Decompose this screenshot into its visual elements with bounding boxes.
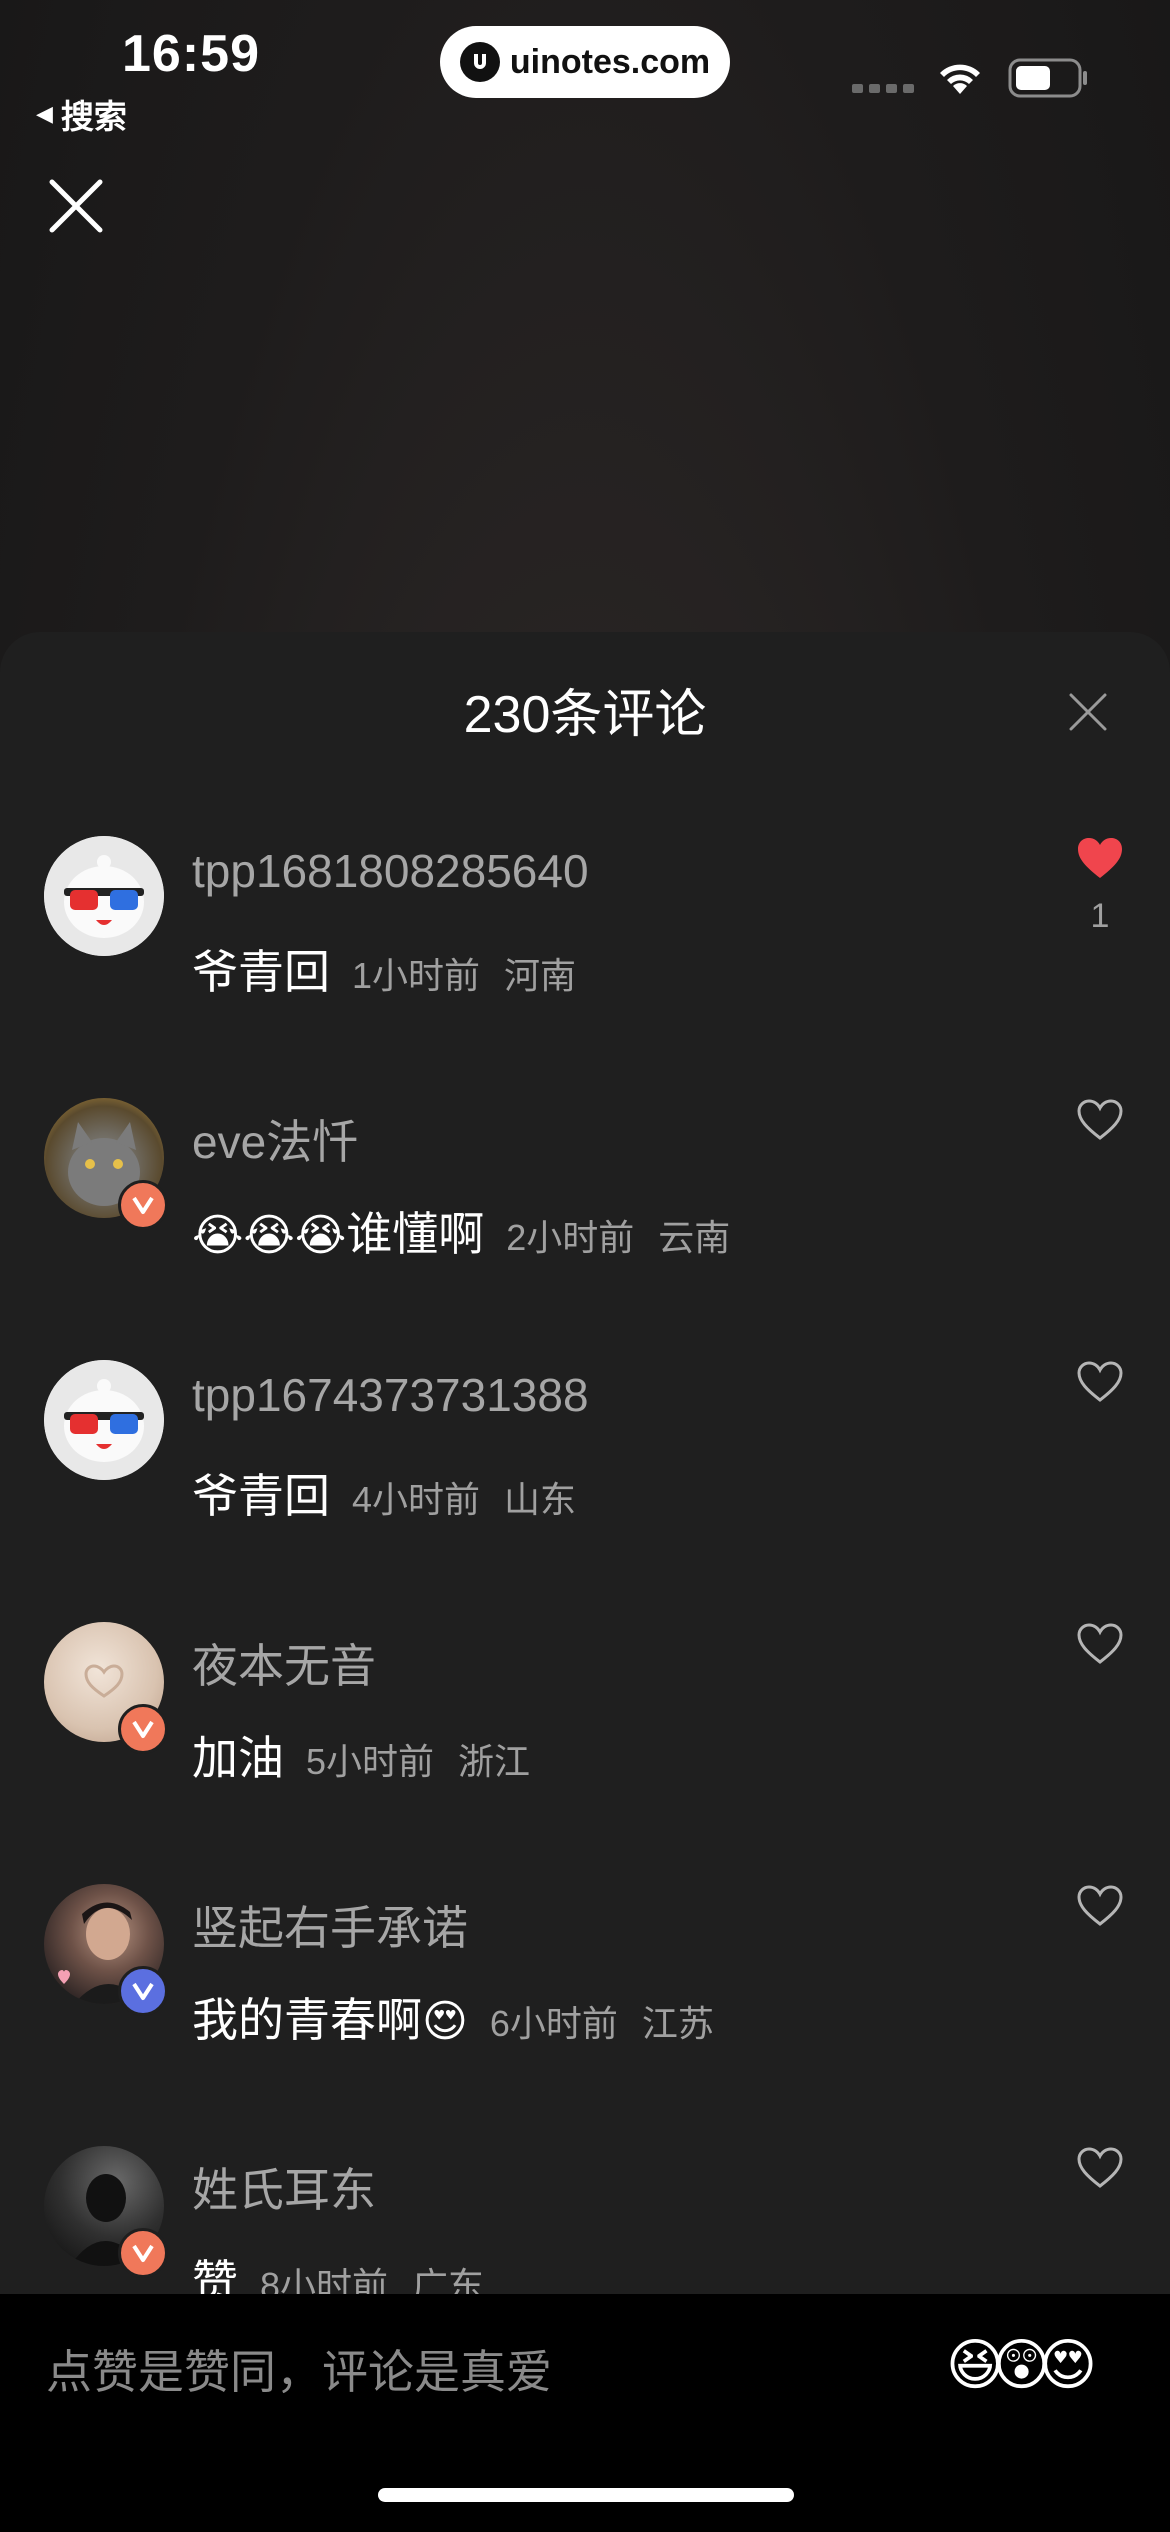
comment-username[interactable]: tpp1681808285640 bbox=[192, 844, 589, 898]
heart-eyes-emoji-icon: 😍 bbox=[422, 1997, 468, 2046]
close-comments-icon[interactable] bbox=[1069, 693, 1107, 731]
heart-eyes-emoji-icon[interactable]: 😍 bbox=[1039, 2332, 1097, 2398]
comment-location: 山东 bbox=[504, 1479, 577, 1520]
comment-username[interactable]: 夜本无音 bbox=[192, 1630, 376, 1696]
verified-v-badge-icon bbox=[118, 1704, 168, 1754]
like-button[interactable] bbox=[1074, 1622, 1126, 1671]
heart-outline-icon bbox=[1077, 1623, 1123, 1664]
back-search-label: 搜索 bbox=[60, 98, 127, 135]
like-button[interactable] bbox=[1074, 2146, 1126, 2195]
quick-emoji-picker[interactable]: 😆 😲 😍 bbox=[946, 2332, 1097, 2398]
home-indicator[interactable] bbox=[378, 2488, 794, 2502]
verified-v-badge-icon bbox=[118, 2228, 168, 2278]
status-time: 16:59 bbox=[122, 25, 260, 83]
comment-body: 爷青回 4小时前 山东 bbox=[192, 1460, 576, 1526]
comment-body: 😭😭😭 谁懂啊 2小时前 云南 bbox=[192, 1198, 730, 1264]
like-button[interactable] bbox=[1074, 1098, 1126, 1147]
comment-time: 4小时前 bbox=[352, 1479, 481, 1520]
heart-outline-icon bbox=[1077, 1361, 1123, 1402]
heart-outline-icon bbox=[1077, 1885, 1123, 1926]
comment-body: 加油 5小时前 浙江 bbox=[192, 1722, 530, 1788]
3d-glasses-robot-avatar-icon bbox=[44, 836, 164, 956]
comment-item[interactable]: tpp1674373731388 爷青回 4小时前 山东 bbox=[0, 1360, 1170, 1600]
comment-item[interactable]: 竖起右手承诺 我的青春啊 😍 6小时前 江苏 bbox=[0, 1884, 1170, 2124]
heart-filled-icon bbox=[1078, 838, 1122, 878]
battery-icon bbox=[1008, 58, 1087, 98]
comment-username[interactable]: eve法忏 bbox=[192, 1106, 358, 1172]
comment-item[interactable]: eve法忏 😭😭😭 谁懂啊 2小时前 云南 bbox=[0, 1098, 1170, 1338]
comment-location: 江苏 bbox=[641, 2003, 714, 2044]
back-arrow-icon: ◀ bbox=[36, 101, 53, 126]
comment-time: 2小时前 bbox=[506, 1217, 635, 1258]
url-text: uinotes.com bbox=[509, 42, 711, 81]
uinotes-logo-icon bbox=[459, 42, 500, 82]
comment-username[interactable]: 姓氏耳东 bbox=[192, 2154, 376, 2220]
comment-body: 爷青回 1小时前 河南 bbox=[192, 936, 576, 1002]
comment-location: 浙江 bbox=[458, 1741, 531, 1782]
verified-v-badge-icon bbox=[118, 1180, 168, 1230]
like-button[interactable] bbox=[1074, 1884, 1126, 1933]
comment-time: 1小时前 bbox=[352, 955, 481, 996]
comment-text: 谁懂啊 bbox=[346, 1208, 485, 1260]
comment-text: 加油 bbox=[192, 1732, 284, 1784]
avatar[interactable] bbox=[44, 836, 164, 956]
avatar[interactable] bbox=[44, 1360, 164, 1480]
comment-body: 我的青春啊 😍 6小时前 江苏 bbox=[192, 1984, 714, 2050]
comment-input[interactable]: 点赞是赞同，评论是真爱 bbox=[46, 2336, 552, 2402]
comment-time: 6小时前 bbox=[489, 2003, 618, 2044]
comment-text: 爷青回 bbox=[192, 946, 330, 998]
comment-count-title: 230条评论 bbox=[463, 686, 707, 744]
comment-location: 河南 bbox=[504, 955, 577, 996]
comment-text: 爷青回 bbox=[192, 1470, 330, 1522]
comment-username[interactable]: 竖起右手承诺 bbox=[192, 1892, 468, 1958]
wifi-icon bbox=[940, 64, 980, 94]
heart-outline-icon bbox=[1077, 1099, 1123, 1140]
like-button[interactable]: 1 bbox=[1074, 836, 1126, 936]
3d-glasses-robot-avatar-icon bbox=[44, 1360, 164, 1480]
avatar[interactable] bbox=[44, 1884, 168, 2016]
close-page-icon[interactable] bbox=[48, 178, 104, 234]
comment-location: 云南 bbox=[658, 1217, 731, 1258]
avatar[interactable] bbox=[44, 2146, 168, 2278]
avatar[interactable] bbox=[44, 1098, 168, 1230]
avatar[interactable] bbox=[44, 1622, 168, 1754]
verified-v-badge-icon bbox=[118, 1966, 168, 2016]
comment-item[interactable]: tpp1681808285640 爷青回 1小时前 河南 1 bbox=[0, 836, 1170, 1076]
like-count: 1 bbox=[1090, 897, 1110, 935]
crying-emoji-icon: 😭😭😭 bbox=[192, 1211, 347, 1260]
cellular-signal-icon bbox=[852, 84, 914, 93]
like-button[interactable] bbox=[1074, 1360, 1126, 1409]
comment-username[interactable]: tpp1674373731388 bbox=[192, 1368, 589, 1422]
back-to-search-button[interactable]: ◀ 搜索 bbox=[36, 90, 127, 138]
comment-text: 我的青春啊 bbox=[192, 1994, 422, 2046]
comment-time: 5小时前 bbox=[306, 1741, 435, 1782]
comment-item[interactable]: 夜本无音 加油 5小时前 浙江 bbox=[0, 1622, 1170, 1862]
heart-outline-icon bbox=[1077, 2147, 1123, 2188]
url-pill: uinotes.com bbox=[440, 26, 730, 98]
screen: 16:59 ◀ 搜索 uinotes.com 230条评论 tpp1681808… bbox=[0, 0, 1170, 2532]
comment-sheet: 230条评论 tpp1681808285640 爷青回 1小时前 河南 1 ev… bbox=[0, 632, 1170, 2532]
